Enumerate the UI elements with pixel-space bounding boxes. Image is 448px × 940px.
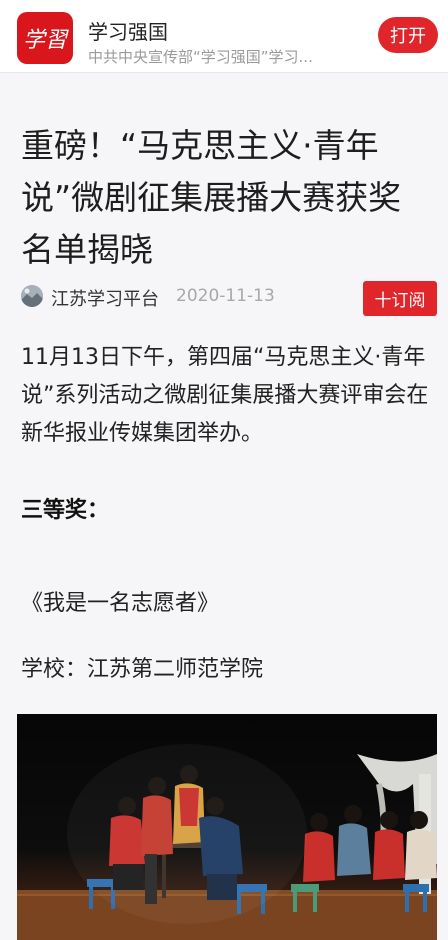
app-download-banner: 学習 学习强国 中共中央宣传部“学习强国”学习... 打开	[0, 0, 448, 73]
logo-mark: 学習	[23, 28, 69, 53]
app-description: 中共中央宣传部“学习强国”学习...	[88, 48, 313, 66]
article-title: 重磅！“马克思主义·青年说”微剧征集展播大赛获奖名单揭晓	[21, 126, 402, 269]
app-name: 学习强国	[88, 20, 168, 44]
svg-text:学習: 学習	[23, 28, 69, 53]
open-app-button[interactable]: 打开	[378, 17, 438, 53]
section-heading: 三等奖：	[21, 498, 110, 523]
article-lead-paragraph: 11月13日下午，第四届“马克思主义·青年说”系列活动之微剧征集展播大赛评审会在…	[21, 345, 429, 446]
school-line: 学校：江苏第二师范学院	[21, 657, 264, 682]
publish-date: 2020-11-13	[176, 286, 275, 306]
article-photo	[17, 714, 437, 940]
source-avatar[interactable]	[21, 285, 43, 307]
avatar-image	[21, 285, 43, 307]
subscribe-button[interactable]: 十订阅	[363, 281, 437, 316]
work-title: 《我是一名志愿者》	[21, 591, 220, 616]
app-logo[interactable]: 学習	[17, 12, 73, 64]
source-name[interactable]: 江苏学习平台	[51, 285, 159, 311]
stage-scene-image	[17, 744, 437, 940]
